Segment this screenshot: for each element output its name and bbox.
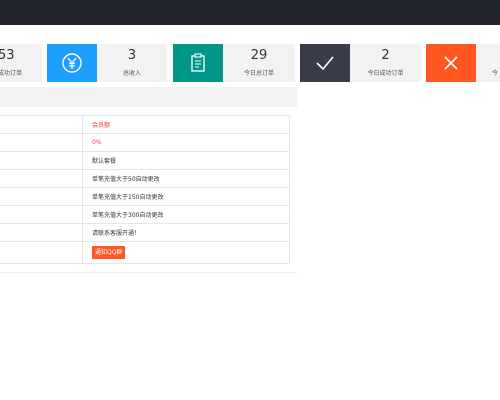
check-icon: [300, 44, 350, 82]
table-row: 单笔充值大于300自动更改: [0, 205, 290, 224]
account-info-panel: 会员额 0% 默认套餐 单笔充值大于50自动更改 单笔充值大于150自动更改 单…: [0, 107, 297, 273]
panel-header: [0, 87, 297, 107]
yen-icon: [47, 44, 97, 82]
table-row: 单笔充值大于150自动更改: [0, 187, 290, 206]
stat-label: 总收入: [122, 70, 141, 77]
stat-value: 3: [127, 48, 137, 63]
table-row: 单笔充值大于50自动更改: [0, 169, 290, 188]
stat-card-success-orders: 53 成功订单: [0, 44, 42, 82]
info-table: 会员额 0% 默认套餐 单笔充值大于50自动更改 单笔充值大于150自动更改 单…: [0, 115, 290, 264]
table-row: 会员额: [0, 115, 290, 134]
clipboard-icon: [173, 44, 223, 82]
close-icon: [426, 44, 476, 82]
stat-card-failed-orders: 今: [426, 44, 500, 82]
table-row: 请联系客服开通！: [0, 223, 290, 242]
notify-qq-group-button[interactable]: 通知QQ群: [92, 246, 126, 259]
info-value: 单笔充值大于50自动更改: [82, 169, 290, 188]
table-row: 0%: [0, 133, 290, 152]
info-value: 0%: [82, 133, 290, 152]
top-navigation-bar: [0, 0, 500, 25]
info-value: 会员额: [82, 115, 290, 134]
info-value: 单笔充值大于150自动更改: [82, 187, 290, 206]
table-row: 默认套餐: [0, 151, 290, 170]
stat-card-total-income: 3 总收入: [47, 44, 167, 82]
stat-label: 今: [492, 70, 499, 77]
stat-value: 53: [0, 48, 15, 63]
info-value: 单笔充值大于300自动更改: [82, 205, 290, 224]
stat-label: 今日总订单: [243, 70, 274, 77]
stat-value: 29: [250, 48, 268, 63]
info-value: 默认套餐: [82, 151, 290, 170]
stat-value: 2: [381, 48, 390, 63]
stat-label: 成功订单: [0, 70, 22, 77]
stat-card-today-orders: 29 今日总订单: [173, 44, 295, 82]
info-value: 请联系客服开通！: [82, 223, 290, 242]
stat-label: 今日成功订单: [367, 70, 404, 77]
stat-card-today-success-orders: 2 今日成功订单: [300, 44, 421, 82]
table-row: 通知QQ群: [0, 241, 290, 264]
